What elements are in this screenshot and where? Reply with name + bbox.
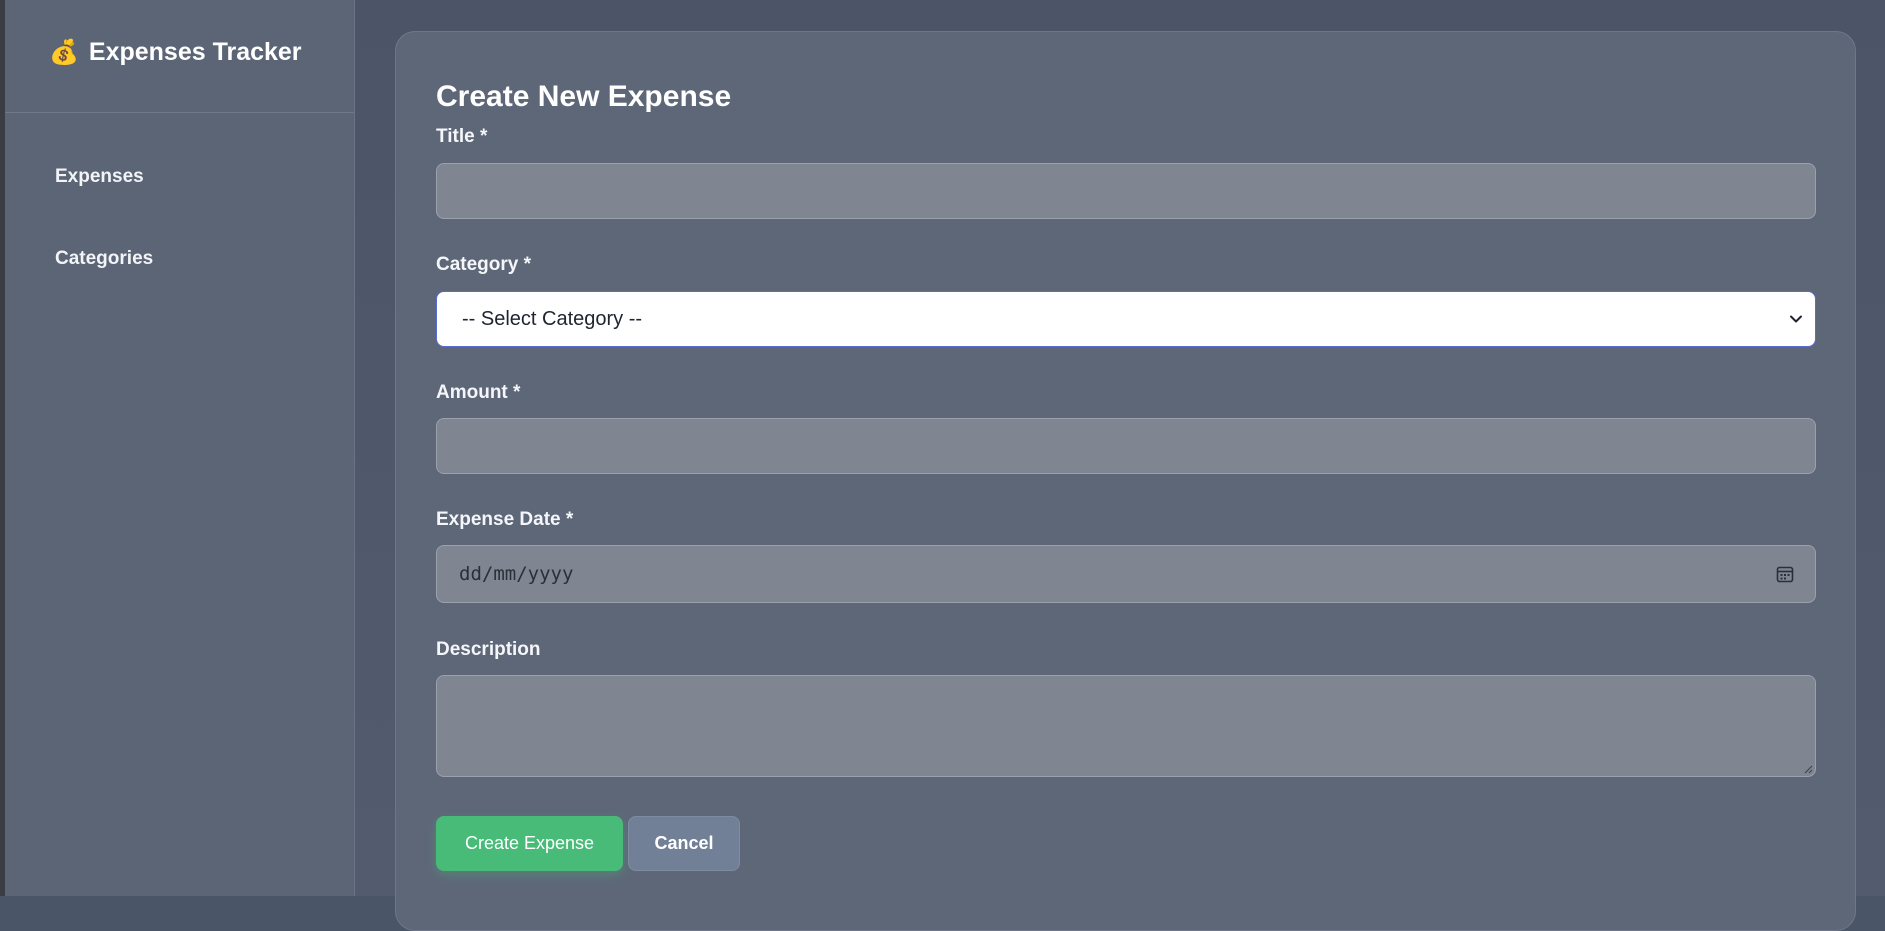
money-bag-icon: 💰 <box>49 38 79 66</box>
resize-grip-icon[interactable] <box>1803 764 1813 774</box>
title-label: Title * <box>436 126 488 147</box>
category-label: Category * <box>436 254 532 275</box>
brand[interactable]: 💰 Expenses Tracker <box>5 0 354 113</box>
page-title: Create New Expense <box>436 80 732 113</box>
create-expense-button[interactable]: Create Expense <box>436 816 623 871</box>
amount-label: Amount * <box>436 382 521 403</box>
category-select[interactable]: -- Select Category -- <box>436 291 1816 347</box>
description-textarea[interactable] <box>436 675 1816 777</box>
brand-title: Expenses Tracker <box>88 38 302 66</box>
sidebar: 💰 Expenses Tracker Expenses Categories <box>5 0 355 896</box>
title-input[interactable] <box>436 163 1816 219</box>
calendar-icon[interactable] <box>1775 564 1795 584</box>
category-selected-value: -- Select Category -- <box>462 307 643 330</box>
expense-date-input[interactable]: dd/mm/yyyy <box>436 545 1816 603</box>
sidebar-nav: Expenses Categories <box>5 113 354 325</box>
sidebar-item-expenses[interactable]: Expenses <box>5 161 354 243</box>
chevron-down-icon <box>1790 315 1802 323</box>
description-label: Description <box>436 639 541 660</box>
cancel-button[interactable]: Cancel <box>628 816 740 871</box>
expense-form-card: Create New Expense Title * Category * --… <box>395 31 1856 931</box>
amount-input[interactable] <box>436 418 1816 474</box>
sidebar-item-categories[interactable]: Categories <box>5 243 354 325</box>
date-placeholder: dd/mm/yyyy <box>459 563 574 585</box>
expense-date-label: Expense Date * <box>436 509 574 530</box>
